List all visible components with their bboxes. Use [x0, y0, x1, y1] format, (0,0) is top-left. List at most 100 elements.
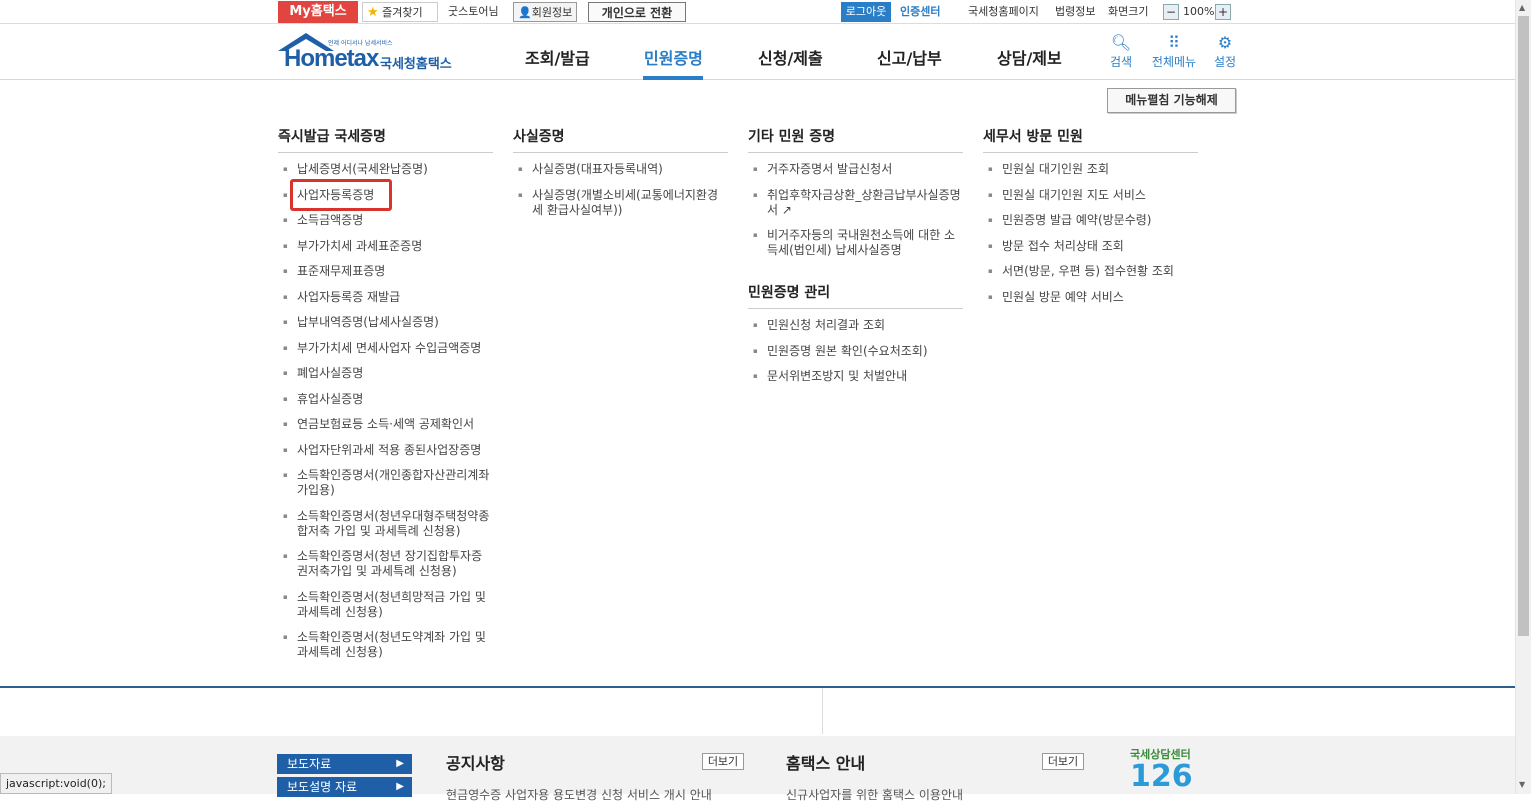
star-icon: ★	[367, 5, 379, 20]
bookmark-button[interactable]: ★ 즐겨찾기	[362, 2, 438, 22]
search-button[interactable]: 🔍︎ 검색	[1101, 33, 1141, 70]
menu-item[interactable]: 서면(방문, 우편 등) 접수현황 조회	[983, 264, 1198, 279]
logo-kor: 국세청홈택스	[380, 57, 452, 72]
menu-item[interactable]: 소득확인증명서(청년우대형주택청약종합저축 가입 및 과세특례 신청용)	[278, 509, 493, 539]
column-title: 기타 민원 증명	[748, 126, 963, 153]
menu-item[interactable]: 납부내역증명(납세사실증명)	[278, 315, 493, 330]
menu-item[interactable]: 사업자등록증 재발급	[278, 290, 493, 305]
all-menu-label: 전체메뉴	[1151, 55, 1197, 69]
press-release-label: 보도자료	[287, 757, 332, 771]
logout-button[interactable]: 로그아웃	[841, 2, 891, 22]
switch-personal-button[interactable]: 개인으로 전환	[588, 2, 686, 22]
zoom-out-button[interactable]: −	[1163, 4, 1179, 20]
search-label: 검색	[1109, 55, 1133, 69]
menu-expand-disable-button[interactable]: 메뉴펼침 기능해제	[1107, 88, 1236, 113]
zoom-in-button[interactable]: +	[1215, 4, 1231, 20]
menu-column-other-cert: 기타 민원 증명 거주자증명서 발급신청서 취업후학자금상환_상환금납부사실증명…	[748, 126, 963, 395]
menu-item[interactable]: 연금보험료등 소득·세액 공제확인서	[278, 417, 493, 432]
my-hometax-button[interactable]: My홈택스	[278, 1, 358, 23]
menu-column-visit-civil: 세무서 방문 민원 민원실 대기인원 조회 민원실 대기인원 지도 서비스 민원…	[983, 126, 1198, 315]
menu-item[interactable]: 납세증명서(국세완납증명)	[278, 162, 493, 177]
gnb-civil-certificate[interactable]: 민원증명	[644, 45, 703, 69]
top-utility-bar: My홈택스 ★ 즐겨찾기 굿스토어님 👤회원정보 개인으로 전환 로그아웃 인증…	[0, 0, 1515, 24]
vertical-scrollbar[interactable]: ▲ ▼	[1515, 0, 1531, 794]
person-icon: 👤	[518, 6, 532, 19]
menu-item[interactable]: 표준재무제표증명	[278, 264, 493, 279]
menu-item[interactable]: 문서위변조방지 및 처벌안내	[748, 369, 963, 384]
logo-word: Hometax	[284, 45, 379, 72]
menu-item[interactable]: 소득확인증명서(개인종합자산관리계좌 가입용)	[278, 468, 493, 498]
press-explain-button[interactable]: 보도설명 자료 ▶	[277, 777, 412, 797]
arrow-right-icon: ▶	[396, 758, 404, 769]
zoom-value: 100%	[1183, 5, 1215, 18]
scroll-up-icon[interactable]: ▲	[1519, 3, 1525, 12]
menu-item[interactable]: 부가가치세 면세사업자 수입금액증명	[278, 341, 493, 356]
menu-item[interactable]: 민원증명 원본 확인(수요처조회)	[748, 344, 963, 359]
gnb-consult-report[interactable]: 상담/제보	[997, 45, 1062, 69]
hometax-guide-title: 홈택스 안내	[786, 754, 866, 773]
menu-column-fact-cert: 사실증명 사실증명(대표자등록내역) 사실증명(개별소비세(교통에너지환경세 환…	[513, 126, 728, 228]
highlight-box	[290, 179, 392, 211]
nts-homepage-link[interactable]: 국세청홈페이지	[968, 2, 1039, 22]
notice-item[interactable]: 현금영수증 사업자용 용도변경 신청 서비스 개시 안내	[446, 786, 712, 803]
settings-button[interactable]: ⚙ 설정	[1205, 33, 1245, 70]
footer-area	[0, 736, 1515, 794]
member-info-button[interactable]: 👤회원정보	[513, 2, 578, 22]
call-center-logo[interactable]: 국세상담센터 126	[1130, 746, 1230, 794]
column-title: 세무서 방문 민원	[983, 126, 1198, 153]
menu-item[interactable]: 사실증명(대표자등록내역)	[513, 162, 728, 177]
column-title: 즉시발급 국세증명	[278, 126, 493, 153]
arrow-right-icon: ▶	[396, 781, 404, 792]
menu-item[interactable]: 민원증명 발급 예약(방문수령)	[983, 213, 1198, 228]
menu-item[interactable]: 소득금액증명	[278, 213, 493, 228]
menu-item[interactable]: 소득확인증명서(청년희망적금 가입 및 과세특례 신청용)	[278, 590, 493, 620]
menu-item[interactable]: 민원실 대기인원 지도 서비스	[983, 188, 1198, 203]
menu-item[interactable]: 소득확인증명서(청년 장기집합투자증권저축가입 및 과세특례 신청용)	[278, 549, 493, 579]
menu-item[interactable]: 비거주자등의 국내원천소득에 대한 소득세(법인세) 납세사실증명	[748, 228, 963, 258]
gnb-report-payment[interactable]: 신고/납부	[877, 45, 942, 69]
gnb-inquiry-issue[interactable]: 조회/발급	[525, 45, 590, 69]
press-explain-label: 보도설명 자료	[287, 780, 358, 794]
member-info-label: 회원정보	[531, 6, 573, 19]
menu-item[interactable]: 사실증명(개별소비세(교통에너지환경세 환급사실여부))	[513, 188, 728, 218]
gnb-application-submit[interactable]: 신청/제출	[758, 45, 823, 69]
law-info-link[interactable]: 법령정보	[1055, 2, 1095, 22]
press-release-button[interactable]: 보도자료 ▶	[277, 754, 412, 774]
notice-more-button[interactable]: 더보기	[702, 753, 744, 770]
zoom-label: 화면크기	[1108, 5, 1149, 18]
header: 언제 어디서나 납세서비스 Hometax 국세청홈택스 조회/발급 민원증명 …	[0, 25, 1515, 80]
menu-item[interactable]: 민원실 대기인원 조회	[983, 162, 1198, 177]
external-link-icon: ↗	[781, 202, 792, 217]
menu-item-label: 취업후학자금상환_상환금납부사실증명서	[767, 187, 961, 217]
gear-icon: ⚙	[1217, 33, 1233, 52]
guide-more-button[interactable]: 더보기	[1042, 753, 1084, 770]
search-icon: 🔍︎	[1110, 33, 1132, 52]
scroll-thumb[interactable]	[1518, 16, 1529, 636]
call-center-number: 126	[1130, 759, 1193, 794]
quick-service-strip	[0, 688, 1515, 734]
menu-item[interactable]: 소득확인증명서(청년도약계좌 가입 및 과세특례 신청용)	[278, 630, 493, 660]
all-menu-button[interactable]: ⠿ 전체메뉴	[1150, 33, 1198, 70]
hometax-logo[interactable]: 언제 어디서나 납세서비스 Hometax 국세청홈택스	[276, 31, 461, 75]
column-title-cert-management: 민원증명 관리	[748, 282, 963, 309]
grid-icon: ⠿	[1168, 33, 1180, 52]
menu-item[interactable]: 거주자증명서 발급신청서	[748, 162, 963, 177]
menu-item[interactable]: 방문 접수 처리상태 조회	[983, 239, 1198, 254]
menu-item[interactable]: 사업자단위과세 적용 종된사업장증명	[278, 443, 493, 458]
settings-label: 설정	[1213, 55, 1237, 69]
menu-item[interactable]: 민원실 방문 예약 서비스	[983, 290, 1198, 305]
menu-item[interactable]: 폐업사실증명	[278, 366, 493, 381]
user-name: 굿스토어님	[448, 5, 499, 18]
notice-title: 공지사항	[446, 754, 505, 773]
menu-item[interactable]: 민원신청 처리결과 조회	[748, 318, 963, 333]
gnb-active-indicator	[643, 76, 703, 80]
cert-center-link[interactable]: 인증센터	[900, 2, 940, 22]
scroll-down-icon[interactable]: ▼	[1519, 780, 1525, 789]
browser-status-bar: javascript:void(0);	[0, 773, 112, 794]
menu-item[interactable]: 휴업사실증명	[278, 392, 493, 407]
column-title: 사실증명	[513, 126, 728, 153]
bookmark-label: 즐겨찾기	[382, 6, 423, 19]
guide-item[interactable]: 신규사업자를 위한 홈택스 이용안내	[786, 786, 963, 803]
menu-item[interactable]: 취업후학자금상환_상환금납부사실증명서 ↗	[748, 188, 963, 218]
menu-item[interactable]: 부가가치세 과세표준증명	[278, 239, 493, 254]
